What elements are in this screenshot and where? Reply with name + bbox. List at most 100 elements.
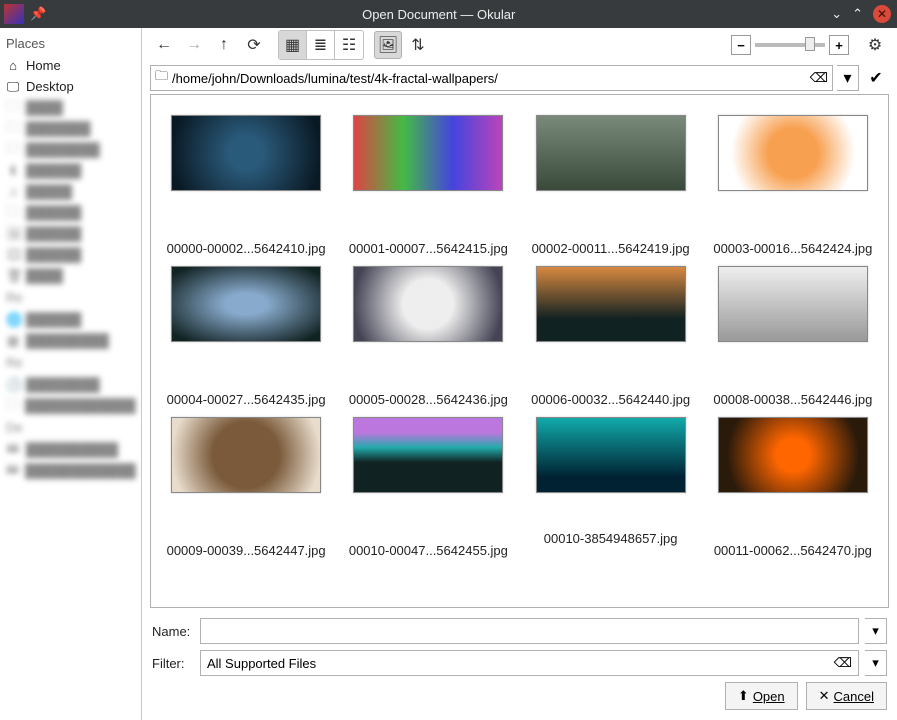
sidebar-item[interactable]: 🗀████████ [0, 139, 141, 160]
thumbnail [353, 266, 503, 342]
sidebar-item[interactable]: 🗀████ [0, 97, 141, 118]
details-view-button[interactable]: ☷ [335, 31, 363, 59]
file-item[interactable]: 00010-3854948657.jpg [520, 417, 702, 558]
icons-view-button[interactable]: ▦ [279, 31, 307, 59]
folder-icon: 🗀 [6, 202, 20, 224]
filter-input[interactable]: All Supported Files ⌫ [200, 650, 859, 676]
remote-heading: Re [0, 286, 141, 309]
sidebar-item[interactable]: 🖴██████████ [0, 439, 141, 460]
file-item[interactable]: 00004-00027...5642435.jpg [155, 266, 337, 407]
thumbnail [718, 115, 868, 191]
thumbnail [718, 266, 868, 342]
music-icon: ♫ [6, 184, 20, 199]
file-item[interactable]: 00006-00032...5642440.jpg [520, 266, 702, 407]
file-name: 00003-00016...5642424.jpg [703, 241, 883, 256]
network-icon: 🌐 [6, 312, 20, 328]
file-name: 00011-00062...5642470.jpg [703, 543, 883, 558]
zoom-out-button[interactable]: − [731, 35, 751, 55]
file-item[interactable]: 00001-00007...5642415.jpg [337, 115, 519, 256]
clear-filter-icon[interactable]: ⌫ [834, 655, 852, 671]
network-icon: ▦ [6, 333, 20, 349]
thumbnail [171, 417, 321, 493]
zoom-slider[interactable] [755, 43, 825, 47]
drive-icon: 🖴 [6, 439, 20, 461]
recent-heading: Re [0, 351, 141, 374]
accept-path-button[interactable]: ✔ [863, 65, 889, 91]
file-item[interactable]: 00003-00016...5642424.jpg [702, 115, 884, 256]
zoom-in-button[interactable]: + [829, 35, 849, 55]
sidebar-item-desktop[interactable]: 🖵Desktop [0, 76, 141, 97]
clear-path-icon[interactable]: ⌫ [810, 70, 828, 86]
sidebar-item[interactable]: 🗀████████████ [0, 395, 141, 416]
close-icon: ✕ [819, 688, 830, 704]
file-item[interactable]: 00009-00039...5642447.jpg [155, 417, 337, 558]
name-dropdown[interactable]: ▾ [865, 618, 887, 644]
path-dropdown[interactable]: ▾ [837, 65, 859, 91]
home-icon: ⌂ [6, 58, 20, 73]
maximize-icon[interactable]: ⌃ [852, 6, 863, 22]
drive-icon: 🖴 [6, 460, 19, 482]
app-icon [4, 4, 24, 24]
image-icon: 🖼 [6, 226, 20, 242]
sidebar-item-home[interactable]: ⌂Home [0, 55, 141, 76]
open-icon: ⬆ [738, 688, 749, 704]
file-item[interactable]: 00011-00062...5642470.jpg [702, 417, 884, 558]
sidebar-item[interactable]: 🕓████████ [0, 374, 141, 395]
file-name: 00010-3854948657.jpg [521, 531, 701, 546]
toolbar: ← → ↑ ⟳ ▦ ≣ ☷ 🖼 ⇅ − + ⚙ [142, 28, 897, 62]
up-button[interactable]: ↑ [210, 31, 238, 59]
file-grid[interactable]: 00000-00002...5642410.jpg 00001-00007...… [150, 94, 889, 608]
minimize-icon[interactable]: ⌄ [831, 6, 842, 22]
name-label: Name: [152, 624, 194, 639]
download-icon: ⬇ [6, 163, 20, 179]
folder-icon: 🗀 [6, 97, 20, 119]
file-name: 00005-00028...5642436.jpg [338, 392, 518, 407]
sidebar-item[interactable]: 🖼██████ [0, 223, 141, 244]
path-text: /home/john/Downloads/lumina/test/4k-frac… [172, 71, 498, 86]
file-item[interactable]: 00002-00011...5642419.jpg [520, 115, 702, 256]
compact-view-button[interactable]: ≣ [307, 31, 335, 59]
back-button[interactable]: ← [150, 31, 178, 59]
thumbnail [353, 417, 503, 493]
sidebar-item[interactable]: 🎞██████ [0, 244, 141, 265]
clock-icon: 🕓 [6, 377, 20, 393]
sidebar-item[interactable]: 🗀███████ [0, 118, 141, 139]
sidebar-item[interactable]: ♫█████ [0, 181, 141, 202]
name-input[interactable] [200, 618, 859, 644]
open-button[interactable]: ⬆Open [725, 682, 798, 710]
file-item[interactable]: 00005-00028...5642436.jpg [337, 266, 519, 407]
folder-icon: 🗀 [6, 139, 20, 161]
filter-dropdown[interactable]: ▾ [865, 650, 887, 676]
sort-button[interactable]: ⇅ [404, 31, 432, 59]
sidebar-item[interactable]: 🌐██████ [0, 309, 141, 330]
zoom-control: − + [731, 35, 849, 55]
file-item[interactable]: 00010-00047...5642455.jpg [337, 417, 519, 558]
folder-icon: 🗀 [155, 67, 168, 89]
sidebar-item[interactable]: 🗑████ [0, 265, 141, 286]
file-item[interactable]: 00008-00038...5642446.jpg [702, 266, 884, 407]
file-name: 00010-00047...5642455.jpg [338, 543, 518, 558]
forward-button[interactable]: → [180, 31, 208, 59]
reload-button[interactable]: ⟳ [240, 31, 268, 59]
thumbnail [171, 266, 321, 342]
places-heading: Places [0, 32, 141, 55]
thumbnail [718, 417, 868, 493]
sidebar-item[interactable]: 🗀██████ [0, 202, 141, 223]
file-name: 00001-00007...5642415.jpg [338, 241, 518, 256]
close-icon[interactable]: ✕ [873, 5, 891, 23]
path-input[interactable]: 🗀 /home/john/Downloads/lumina/test/4k-fr… [150, 65, 833, 91]
sidebar-item[interactable]: 🖴████████████ [0, 460, 141, 481]
cancel-button[interactable]: ✕Cancel [806, 682, 887, 710]
sidebar-item[interactable]: ▦█████████ [0, 330, 141, 351]
bottom-panel: Name: ▾ Filter: All Supported Files ⌫ ▾ … [142, 614, 897, 720]
pin-icon[interactable]: 📌 [30, 6, 46, 22]
settings-button[interactable]: ⚙ [861, 31, 889, 59]
places-sidebar: Places ⌂Home 🖵Desktop 🗀████ 🗀███████ 🗀██… [0, 28, 142, 720]
file-name: 00002-00011...5642419.jpg [521, 241, 701, 256]
filter-value: All Supported Files [207, 656, 316, 671]
sidebar-item[interactable]: ⬇██████ [0, 160, 141, 181]
file-name: 00000-00002...5642410.jpg [156, 241, 336, 256]
file-item[interactable]: 00000-00002...5642410.jpg [155, 115, 337, 256]
preview-button[interactable]: 🖼 [374, 31, 402, 59]
window-title: Open Document — Okular [46, 7, 831, 22]
